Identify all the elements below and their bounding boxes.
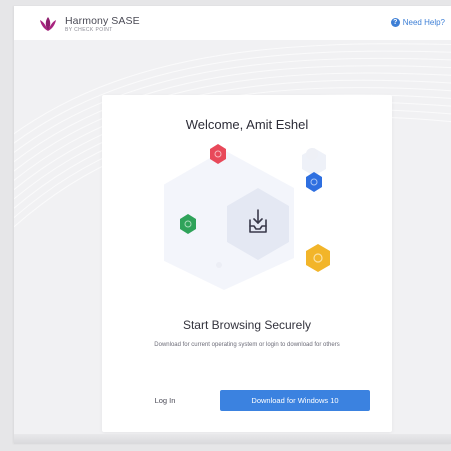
start-browsing-heading: Start Browsing Securely [182,318,312,332]
log-in-button[interactable]: Log In [140,389,190,411]
brand-name: Harmony SASE [65,15,140,27]
welcome-title: Welcome, Amit Eshel [185,117,309,132]
security-illustration [164,144,330,290]
need-help-link[interactable]: ? Need Help? [390,18,445,27]
yellow-hex [306,244,330,272]
bg-dot-small [216,262,222,268]
top-bar: Harmony SASE BY CHECK POINT ? Need Help? [14,6,451,40]
help-icon: ? [390,18,400,27]
harmony-logo-icon [40,17,56,31]
download-description: Download for current operating system or… [154,342,340,348]
need-help-label: Need Help? [402,18,445,27]
bg-dot [306,148,318,160]
blue-hex [306,172,322,192]
download-windows-button[interactable]: Download for Windows 10 [220,390,370,411]
brand-subtitle: BY CHECK POINT [65,27,113,33]
app-window: Harmony SASE BY CHECK POINT ? Need Help?… [14,6,451,444]
welcome-card: Welcome, Amit Eshel Start Browsing Secur… [102,95,392,432]
screen-frame: Harmony SASE BY CHECK POINT ? Need Help?… [0,0,451,451]
